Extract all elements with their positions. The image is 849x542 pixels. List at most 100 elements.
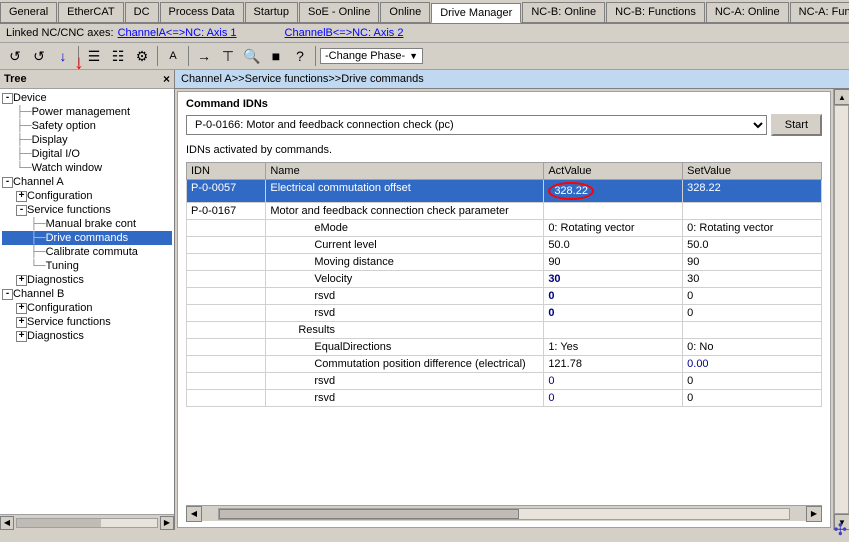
- tab-nc-a-online[interactable]: NC-A: Online: [706, 2, 789, 22]
- name-cell: Velocity: [266, 271, 544, 288]
- expander-config-b[interactable]: +: [16, 303, 27, 314]
- arrow-btn[interactable]: →: [193, 45, 215, 67]
- scroll-right-arrow[interactable]: ▶: [806, 506, 822, 522]
- table-row[interactable]: Current level 50.0 50.0: [187, 237, 822, 254]
- manual-brake-label: Manual brake cont: [46, 218, 137, 230]
- tree-item-diagnostics-a[interactable]: + Diagnostics: [2, 273, 172, 287]
- tree-close-button[interactable]: ×: [163, 72, 170, 86]
- channel-b-link[interactable]: ChannelB<=>NC: Axis 2: [285, 27, 404, 39]
- table-row[interactable]: P-0-0057 Electrical commutation offset 3…: [187, 180, 822, 203]
- channel-a-link[interactable]: ChannelA<=>NC: Axis 1: [118, 27, 237, 39]
- table-row[interactable]: EqualDirections 1: Yes 0: No: [187, 339, 822, 356]
- table-btn[interactable]: ⊤: [217, 45, 239, 67]
- tree-hscroll[interactable]: ◀ ▶: [0, 514, 174, 530]
- table-row[interactable]: Commutation position difference (electri…: [187, 356, 822, 373]
- tree-scroll-left[interactable]: ◀: [0, 516, 14, 530]
- scroll-up-arrow[interactable]: ▲: [834, 89, 849, 105]
- change-phase-dropdown[interactable]: -Change Phase- ▼: [320, 48, 423, 64]
- tree-item-tuning[interactable]: └─ Tuning: [2, 259, 172, 273]
- name-cell: Results: [266, 322, 544, 339]
- expander-service-a[interactable]: -: [16, 205, 27, 216]
- tab-drive-manager[interactable]: Drive Manager: [431, 3, 521, 23]
- tab-nc-b-functions[interactable]: NC-B: Functions: [606, 2, 705, 22]
- set-value-cell: [683, 322, 822, 339]
- tab-general[interactable]: General: [0, 2, 57, 22]
- tree-scroll-right[interactable]: ▶: [160, 516, 174, 530]
- settings-btn[interactable]: ⚙: [131, 45, 153, 67]
- table-row[interactable]: rsvd 0 0: [187, 373, 822, 390]
- expander-device[interactable]: -: [2, 93, 13, 104]
- table-row[interactable]: Results: [187, 322, 822, 339]
- detail-view-btn[interactable]: ☷: [107, 45, 129, 67]
- hscroll-thumb[interactable]: [219, 509, 519, 519]
- scroll-left-arrow[interactable]: ◀: [186, 506, 202, 522]
- tree-item-device[interactable]: - Device: [2, 91, 172, 105]
- idn-cell: P-0-0167: [187, 203, 266, 220]
- tree-item-calibrate[interactable]: ├─ Calibrate commuta: [2, 245, 172, 259]
- drive-commands-label: Drive commands: [46, 232, 129, 244]
- tab-dc[interactable]: DC: [125, 2, 159, 22]
- tree-item-manual-brake[interactable]: ├─ Manual brake cont: [2, 217, 172, 231]
- tree-item-drive-commands[interactable]: ├─ Drive commands: [2, 231, 172, 245]
- command-row: P-0-0166: Motor and feedback connection …: [186, 114, 822, 136]
- tab-soe-online[interactable]: SoE - Online: [299, 2, 379, 22]
- tab-ethercat[interactable]: EtherCAT: [58, 2, 123, 22]
- expander-config-a[interactable]: +: [16, 191, 27, 202]
- act-value-cell: 90: [544, 254, 683, 271]
- tree-item-watch-window[interactable]: └─ Watch window: [2, 161, 172, 175]
- list-view-btn[interactable]: ☰: [83, 45, 105, 67]
- tree-item-config-a[interactable]: + Configuration: [2, 189, 172, 203]
- tab-online[interactable]: Online: [380, 2, 430, 22]
- refresh-btn-1[interactable]: ↺: [4, 45, 26, 67]
- tab-nc-a-functions[interactable]: NC-A: Functions: [790, 2, 849, 22]
- name-cell: Electrical commutation offset: [266, 180, 544, 203]
- table-row[interactable]: Velocity 30 30: [187, 271, 822, 288]
- table-row[interactable]: rsvd 0 0: [187, 390, 822, 407]
- horizontal-scrollbar[interactable]: ◀ ▶: [186, 505, 822, 521]
- tree-item-diagnostics-b[interactable]: + Diagnostics: [2, 329, 172, 343]
- font-btn[interactable]: A: [162, 45, 184, 67]
- expander-channel-b[interactable]: -: [2, 289, 13, 300]
- tab-startup[interactable]: Startup: [245, 2, 298, 22]
- start-button[interactable]: Start: [771, 114, 822, 136]
- tree-item-config-b[interactable]: + Configuration: [2, 301, 172, 315]
- tree-scroll-thumb: [17, 519, 101, 527]
- set-value-cell: 0: [683, 390, 822, 407]
- config-b-label: Configuration: [27, 302, 92, 314]
- tree-connector-3: ├─: [30, 232, 46, 244]
- help-btn[interactable]: ?: [289, 45, 311, 67]
- tree-item-power-mgmt[interactable]: ├─ Power management: [2, 105, 172, 119]
- tree-item-display[interactable]: ├─ Display: [2, 133, 172, 147]
- tree-item-service-functions-b[interactable]: + Service functions: [2, 315, 172, 329]
- table-row[interactable]: rsvd 0 0: [187, 305, 822, 322]
- tree-item-digital-io[interactable]: ├─ Digital I/O: [2, 147, 172, 161]
- table-row[interactable]: rsvd 0 0: [187, 288, 822, 305]
- tab-bar: General EtherCAT DC Process Data Startup…: [0, 0, 849, 24]
- expander-service-b[interactable]: +: [16, 317, 27, 328]
- scope-btn[interactable]: 🔍: [241, 45, 263, 67]
- table-row[interactable]: Moving distance 90 90: [187, 254, 822, 271]
- vertical-scrollbar[interactable]: ▲ ▼: [833, 89, 849, 530]
- act-value-cell: 0: [544, 390, 683, 407]
- sep-4: [315, 46, 316, 66]
- table-scroll[interactable]: IDN Name ActValue SetValue P-0-0057: [186, 162, 822, 505]
- table-row[interactable]: eMode 0: Rotating vector 0: Rotating vec…: [187, 220, 822, 237]
- tree-item-service-functions-a[interactable]: - Service functions: [2, 203, 172, 217]
- watch-window-label: Watch window: [32, 162, 103, 174]
- tree-item-safety[interactable]: ├─ Safety option: [2, 119, 172, 133]
- table-row[interactable]: P-0-0167 Motor and feedback connection c…: [187, 203, 822, 220]
- download-btn[interactable]: ↓: [52, 45, 74, 67]
- tree-item-channel-a[interactable]: - Channel A: [2, 175, 172, 189]
- tab-nc-b-online[interactable]: NC-B: Online: [522, 2, 605, 22]
- refresh-btn-2[interactable]: ↺: [28, 45, 50, 67]
- expander-channel-a[interactable]: -: [2, 177, 13, 188]
- filter-btn[interactable]: ■: [265, 45, 287, 67]
- breadcrumb: Channel A>>Service functions>>Drive comm…: [175, 70, 849, 89]
- expander-diag-b[interactable]: +: [16, 331, 27, 342]
- tree-item-channel-b[interactable]: - Channel B: [2, 287, 172, 301]
- command-dropdown[interactable]: P-0-0166: Motor and feedback connection …: [186, 115, 767, 135]
- expander-diag-a[interactable]: +: [16, 275, 27, 286]
- tab-process-data[interactable]: Process Data: [160, 2, 244, 22]
- act-value-cell: 0: Rotating vector: [544, 220, 683, 237]
- channel-a-tree-label: Channel A: [13, 176, 64, 188]
